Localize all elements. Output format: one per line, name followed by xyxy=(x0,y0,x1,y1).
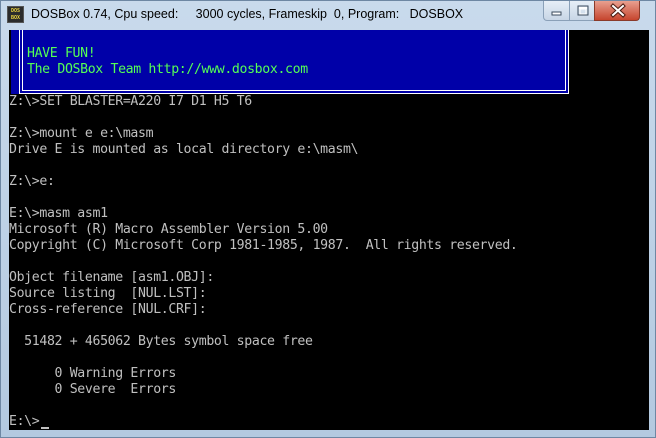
terminal-line: 0 Warning Errors xyxy=(9,366,177,381)
terminal-line: Microsoft (R) Macro Assembler Version 5.… xyxy=(9,222,328,237)
window-title: DOSBox 0.74, Cpu speed: 3000 cycles, Fra… xyxy=(31,7,464,21)
maximize-icon xyxy=(577,5,589,16)
minimize-button[interactable] xyxy=(543,1,570,21)
terminal-line: Z:\>e: xyxy=(9,174,55,189)
banner-line-2: The DOSBox Team http://www.dosbox.com xyxy=(27,62,308,77)
close-button[interactable] xyxy=(594,1,640,21)
terminal-line: Copyright (C) Microsoft Corp 1981-1985, … xyxy=(9,238,518,253)
minimize-icon xyxy=(551,11,562,16)
dosbox-icon[interactable]: DOS BOX xyxy=(7,6,24,23)
welcome-banner: HAVE FUN! The DOSBox Team http://www.dos… xyxy=(11,30,569,94)
terminal-line: Z:\>mount e e:\masm xyxy=(9,126,154,141)
terminal-line: E:\> xyxy=(9,414,40,429)
title-bar[interactable]: DOS BOX DOSBox 0.74, Cpu speed: 3000 cyc… xyxy=(1,1,655,29)
terminal-line: Drive E is mounted as local directory e:… xyxy=(9,142,359,157)
maximize-button[interactable] xyxy=(569,1,595,21)
icon-text-top: DOS xyxy=(10,8,21,14)
banner-line-1: HAVE FUN! xyxy=(27,46,96,61)
dos-screen[interactable]: HAVE FUN! The DOSBox Team http://www.dos… xyxy=(9,30,649,430)
icon-text-bottom: BOX xyxy=(10,15,21,21)
terminal-line: 0 Severe Errors xyxy=(9,382,177,397)
terminal-line: Source listing [NUL.LST]: xyxy=(9,286,207,301)
close-icon xyxy=(610,3,626,18)
text-cursor xyxy=(41,427,49,429)
terminal-line: Object filename [asm1.OBJ]: xyxy=(9,270,214,285)
terminal-line: 51482 + 465062 Bytes symbol space free xyxy=(9,334,313,349)
terminal-line: E:\>masm asm1 xyxy=(9,206,108,221)
terminal-line: Z:\>SET BLASTER=A220 I7 D1 H5 T6 xyxy=(9,94,252,109)
terminal-line: Cross-reference [NUL.CRF]: xyxy=(9,302,207,317)
dosbox-window: DOS BOX DOSBox 0.74, Cpu speed: 3000 cyc… xyxy=(0,0,656,438)
